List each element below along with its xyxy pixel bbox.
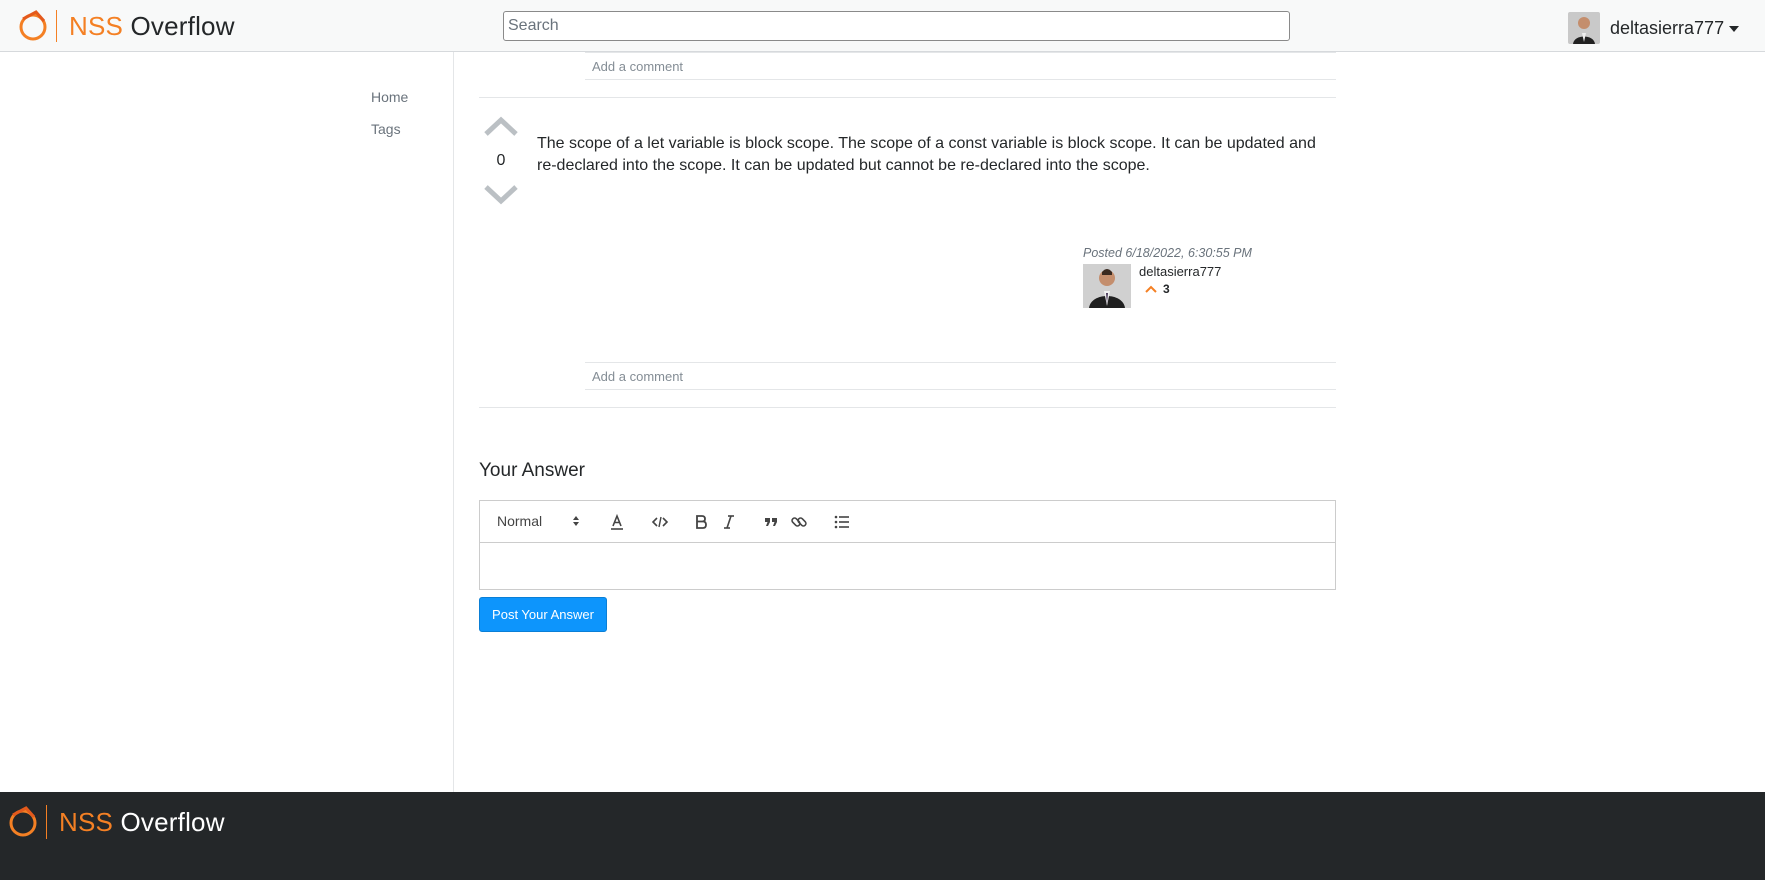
search-input[interactable] xyxy=(503,11,1290,41)
your-answer-heading: Your Answer xyxy=(479,460,585,481)
brand-overflow: Overflow xyxy=(130,11,235,41)
answer-body: The scope of a let variable is block sco… xyxy=(537,135,1316,174)
reputation-up-icon xyxy=(1145,285,1157,293)
answer-divider xyxy=(479,407,1336,408)
vote-count: 0 xyxy=(496,152,506,169)
editor-toolbar: Normal xyxy=(480,501,1335,543)
vote-down-icon[interactable] xyxy=(482,183,520,209)
brand-nss: NSS xyxy=(69,11,124,41)
sidebar-item-tags[interactable]: Tags xyxy=(371,121,401,137)
link-icon[interactable] xyxy=(789,512,809,532)
reputation-count: 3 xyxy=(1163,282,1170,296)
left-sidebar: Home Tags xyxy=(0,52,454,792)
footer-brand-name: NSS Overflow xyxy=(59,809,225,835)
sidebar-item-home[interactable]: Home xyxy=(371,89,408,105)
footer-brand: NSS Overflow xyxy=(8,805,225,839)
italic-icon[interactable] xyxy=(719,512,739,532)
comment-row: Add a comment xyxy=(585,52,1336,80)
answer-divider xyxy=(479,97,1336,98)
font-color-icon[interactable] xyxy=(607,512,627,532)
comment-row: Add a comment xyxy=(585,362,1336,390)
brand-overflow: Overflow xyxy=(120,807,225,837)
post-signature: Posted 6/18/2022, 6:30:55 PM deltasierra… xyxy=(1083,244,1252,308)
answer-text-area[interactable] xyxy=(480,544,1335,589)
top-navbar: NSS Overflow deltasierra777 xyxy=(0,0,1765,52)
code-icon[interactable] xyxy=(650,512,670,532)
footer: NSS Overflow xyxy=(0,792,1765,880)
avatar xyxy=(1568,12,1600,44)
brand-divider xyxy=(56,10,57,42)
posted-date: Posted 6/18/2022, 6:30:55 PM xyxy=(1083,246,1252,260)
blockquote-icon[interactable] xyxy=(761,512,781,532)
brand-logo-icon xyxy=(9,806,37,837)
bullet-list-icon[interactable] xyxy=(832,512,852,532)
brand-logo-icon xyxy=(19,10,47,41)
author-reputation: 3 xyxy=(1145,282,1170,296)
select-arrows-icon xyxy=(573,516,579,526)
vote-controls: 0 xyxy=(482,112,520,205)
vote-up-icon[interactable] xyxy=(482,112,520,138)
avatar[interactable] xyxy=(1083,264,1131,308)
brand-divider xyxy=(46,805,47,839)
post-answer-button[interactable]: Post Your Answer xyxy=(479,597,607,632)
add-comment-link[interactable]: Add a comment xyxy=(592,59,683,74)
format-select[interactable]: Normal xyxy=(497,513,542,529)
author-name[interactable]: deltasierra777 xyxy=(1139,264,1221,279)
brand-nss: NSS xyxy=(59,807,114,837)
user-menu[interactable]: deltasierra777 xyxy=(1568,12,1740,44)
brand-name: NSS Overflow xyxy=(69,13,235,39)
answer-editor: Normal xyxy=(479,500,1336,590)
user-name: deltasierra777 xyxy=(1610,17,1725,38)
bold-icon[interactable] xyxy=(691,512,711,532)
brand-link[interactable]: NSS Overflow xyxy=(18,9,235,43)
add-comment-link[interactable]: Add a comment xyxy=(592,369,683,384)
author-card: deltasierra777 3 xyxy=(1083,264,1283,308)
chevron-down-icon xyxy=(1729,26,1740,32)
